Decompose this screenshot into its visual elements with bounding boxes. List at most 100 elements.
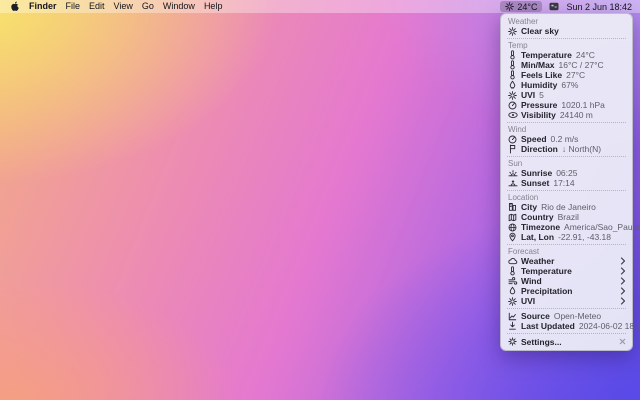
forecast-temperature-item[interactable]: Temperature [507,266,626,276]
menu-extra-icon[interactable] [549,2,559,12]
sunset-icon [507,178,518,188]
row-value: Brazil [558,212,579,222]
row-value: 17:14 [553,178,574,188]
row-label: Temperature [521,266,572,276]
menubar-item-go[interactable]: Go [142,0,154,13]
cloud-icon [507,256,518,266]
row-label: Weather [521,256,554,266]
sun-icon [507,26,518,36]
chart-line-icon [507,311,518,321]
row-value: 24°C [576,50,595,60]
row-label: Sunrise [521,168,552,178]
menubar-item-edit[interactable]: Edit [89,0,105,13]
city-row: City Rio de Janeiro [507,202,626,212]
pressure-row: Pressure 1020.1 hPa [507,100,626,110]
uvi-row: UVI 5 [507,90,626,100]
divider [507,308,626,309]
settings-item[interactable]: Settings... [507,336,626,347]
sun-icon [505,2,514,12]
row-label: UVI [521,296,535,306]
menubar-item-window[interactable]: Window [163,0,195,13]
divider [507,156,626,157]
wind-direction-row: Direction ↓ North(N) [507,144,626,154]
menu-bar: Finder File Edit View Go Window Help 24°… [0,0,640,13]
divider [507,244,626,245]
chevron-right-icon [618,267,626,275]
row-value: 67% [561,80,578,90]
humidity-icon [507,80,518,90]
gear-icon [507,337,518,347]
row-label: Precipitation [521,286,572,296]
last-updated-row: Last Updated 2024-06-02 18:30 [507,321,626,331]
row-label: Min/Max [521,60,555,70]
forecast-uvi-item[interactable]: UVI [507,296,626,306]
thermometer-icon [507,70,518,80]
section-header-sun: Sun [507,159,626,168]
row-label: Temperature [521,50,572,60]
sunrise-row: Sunrise 06:25 [507,168,626,178]
row-value: ↓ North(N) [562,144,601,154]
row-label: Wind [521,276,542,286]
row-label: Visibility [521,110,556,120]
weather-condition-row: Clear sky [507,26,626,36]
building-icon [507,202,518,212]
close-icon[interactable] [618,337,626,347]
wind-icon [507,276,518,286]
divider [507,38,626,39]
gauge-icon [507,134,518,144]
row-label: Timezone [521,222,560,232]
divider [507,122,626,123]
timezone-row: Timezone America/Sao_Paulo [507,222,626,232]
row-label: Source [521,311,550,321]
map-pin-icon [507,232,518,242]
uvi-icon [507,296,518,306]
menubar-item-view[interactable]: View [114,0,133,13]
weather-statusbar-item[interactable]: 24°C [500,1,542,12]
row-label: Speed [521,134,547,144]
apple-menu-icon[interactable] [10,2,20,12]
forecast-precipitation-item[interactable]: Precipitation [507,286,626,296]
section-header-forecast: Forecast [507,247,626,256]
thermometer-icon [507,50,518,60]
menubar-item-finder[interactable]: Finder [29,0,57,13]
section-header-weather: Weather [507,17,626,26]
row-value: -22.91, -43.18 [558,232,611,242]
menubar-item-help[interactable]: Help [204,0,223,13]
country-row: Country Brazil [507,212,626,222]
row-label: Country [521,212,554,222]
thermometer-icon [507,266,518,276]
row-value: 16°C / 27°C [559,60,604,70]
droplet-icon [507,286,518,296]
flag-icon [507,144,518,154]
forecast-wind-item[interactable]: Wind [507,276,626,286]
divider [507,333,626,334]
forecast-weather-item[interactable]: Weather [507,256,626,266]
menubar-clock[interactable]: Sun 2 Jun 18:42 [566,2,632,12]
section-header-temp: Temp [507,41,626,50]
uvi-icon [507,90,518,100]
temperature-row: Temperature 24°C [507,50,626,60]
row-label: Last Updated [521,321,575,331]
weather-menu-panel: Weather Clear sky Temp Temperature 24°C … [500,13,633,351]
settings-label: Settings... [521,337,562,347]
section-header-wind: Wind [507,125,626,134]
row-label: Sunset [521,178,549,188]
map-icon [507,212,518,222]
weather-statusbar-temp: 24°C [517,2,537,12]
divider [507,190,626,191]
row-value: 06:25 [556,168,577,178]
row-value: America/Sao_Paulo [564,222,639,232]
row-label: UVI [521,90,535,100]
row-label: Pressure [521,100,557,110]
thermometer-icon [507,60,518,70]
row-label: City [521,202,537,212]
chevron-right-icon [618,297,626,305]
row-label: Humidity [521,80,557,90]
row-value: 5 [539,90,544,100]
menubar-item-file[interactable]: File [66,0,81,13]
chevron-right-icon [618,277,626,285]
latlon-row: Lat, Lon -22.91, -43.18 [507,232,626,242]
globe-icon [507,222,518,232]
eye-icon [507,110,518,120]
chevron-right-icon [618,257,626,265]
